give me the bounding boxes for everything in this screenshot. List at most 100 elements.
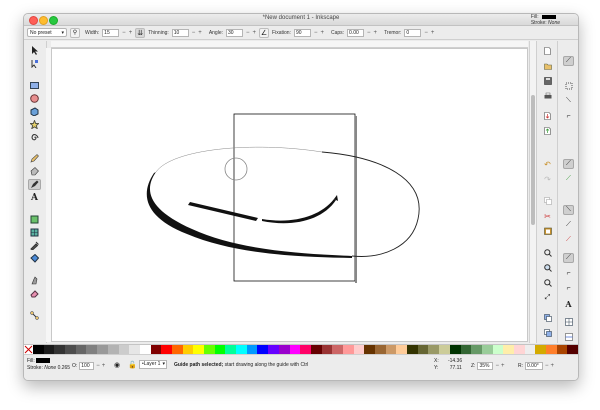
layer-select[interactable]: •Layer 1 ▾ — [139, 360, 167, 369]
node-tool[interactable] — [28, 58, 41, 69]
tweak-tool[interactable] — [28, 275, 41, 286]
fixation-decrement[interactable]: − — [314, 30, 318, 36]
snap-midpoints-button[interactable]: ⟋ — [563, 235, 574, 245]
palette-swatch[interactable] — [524, 345, 536, 354]
palette-swatch[interactable] — [449, 345, 461, 354]
print-button[interactable] — [542, 91, 553, 101]
palette-swatch[interactable] — [97, 345, 108, 354]
palette-swatch[interactable] — [225, 345, 237, 354]
palette-swatch[interactable] — [33, 345, 44, 354]
palette-swatch[interactable] — [107, 345, 119, 354]
palette-swatch[interactable] — [567, 345, 578, 354]
thinning-input[interactable]: 10 — [171, 28, 189, 37]
palette-swatch[interactable] — [118, 345, 130, 354]
palette-swatch[interactable] — [182, 345, 194, 354]
palette-swatch[interactable] — [193, 345, 204, 354]
snap-smooth-button[interactable]: ⟋ — [563, 220, 574, 230]
palette-swatch[interactable] — [150, 345, 162, 354]
caps-decrement[interactable]: − — [367, 30, 371, 36]
palette-swatch[interactable] — [546, 345, 557, 354]
copy-button[interactable] — [542, 196, 553, 206]
palette-swatch[interactable] — [54, 345, 66, 354]
palette-swatch[interactable] — [460, 345, 472, 354]
snap-bbox-corners-button[interactable]: ⌐ — [563, 111, 574, 121]
palette-swatch[interactable] — [428, 345, 440, 354]
palette-swatch[interactable] — [246, 345, 258, 354]
palette-swatch[interactable] — [300, 345, 311, 354]
snap-cusp-button[interactable]: ⟍ — [563, 205, 574, 215]
snap-toggle[interactable]: ⟋ — [563, 56, 574, 66]
snap-nodes-button[interactable]: ⟋ — [563, 159, 574, 169]
layer-visibility-toggle[interactable]: ◉ — [114, 361, 120, 369]
duplicate-button[interactable] — [542, 313, 553, 323]
palette-swatch[interactable] — [471, 345, 482, 354]
palette-swatch[interactable] — [257, 345, 269, 354]
selected-style-indicator[interactable]: Fill: Stroke: None — [531, 14, 560, 26]
snap-guide-button[interactable] — [563, 332, 574, 342]
palette-swatch[interactable] — [75, 345, 87, 354]
horizontal-ruler[interactable] — [51, 41, 528, 48]
save-preset-button[interactable]: ⚲ — [70, 27, 80, 38]
dropper-tool[interactable] — [28, 240, 41, 251]
palette-swatch[interactable] — [417, 345, 429, 354]
zoom-page-button[interactable] — [542, 278, 553, 288]
preset-select[interactable]: No preset ▾ — [27, 28, 67, 37]
pressure-toggle[interactable]: ⇊ — [135, 27, 146, 38]
palette-swatch[interactable] — [385, 345, 397, 354]
palette-swatch[interactable] — [161, 345, 172, 354]
spray-tool[interactable] — [28, 214, 41, 225]
opacity-increment[interactable]: + — [102, 363, 106, 369]
palette-swatch[interactable] — [139, 345, 151, 354]
tremor-decrement[interactable]: − — [424, 30, 428, 36]
palette-swatch[interactable] — [65, 345, 76, 354]
palette-swatch[interactable] — [407, 345, 418, 354]
palette-swatch[interactable] — [535, 345, 546, 354]
palette-swatch[interactable] — [310, 345, 322, 354]
palette-swatch[interactable] — [171, 345, 183, 354]
rotation-input[interactable]: 0.00° — [525, 362, 543, 370]
spiral-tool[interactable] — [28, 132, 41, 143]
calligraphy-tool[interactable] — [28, 179, 41, 190]
palette-swatch[interactable] — [214, 345, 226, 354]
import-button[interactable] — [542, 111, 553, 121]
clone-button[interactable] — [542, 328, 553, 338]
palette-swatch[interactable] — [342, 345, 354, 354]
palette-swatch[interactable] — [332, 345, 343, 354]
snap-text-baseline-button[interactable]: ⌐ — [563, 283, 574, 293]
pen-tool[interactable] — [28, 166, 41, 177]
vertical-scrollbar[interactable] — [529, 41, 536, 343]
star-tool[interactable] — [28, 119, 41, 130]
snap-grid-button[interactable] — [563, 317, 574, 327]
connector-tool[interactable] — [28, 310, 41, 321]
palette-swatch[interactable] — [43, 345, 55, 354]
undo-button[interactable]: ↶ — [542, 159, 553, 169]
opacity-input[interactable]: 100 — [79, 362, 95, 370]
thinning-increment[interactable]: + — [198, 30, 202, 36]
tremor-increment[interactable]: + — [431, 30, 435, 36]
palette-swatch[interactable] — [375, 345, 386, 354]
ellipse-tool[interactable] — [28, 93, 41, 104]
zoom-width-button[interactable]: ⤢ — [542, 293, 553, 303]
rectangle-tool[interactable] — [28, 80, 41, 91]
palette-swatch[interactable] — [364, 345, 375, 354]
layer-lock-toggle[interactable]: 🔓 — [128, 361, 137, 369]
opacity-decrement[interactable]: − — [96, 363, 100, 369]
scrollbar-thumb[interactable] — [531, 95, 535, 225]
fixation-input[interactable]: 90 — [293, 28, 311, 37]
pencil-tool[interactable] — [28, 153, 41, 164]
cut-button[interactable]: ✂ — [542, 211, 553, 221]
zoom-drawing-button[interactable] — [542, 263, 553, 273]
style-indicator[interactable]: Fill: Stroke: None 0.265 — [27, 358, 70, 372]
paste-button[interactable] — [542, 226, 553, 236]
palette-swatch[interactable] — [513, 345, 525, 354]
thinning-decrement[interactable]: − — [192, 30, 196, 36]
eraser-tool[interactable] — [28, 288, 41, 299]
open-button[interactable] — [542, 61, 553, 71]
palette-swatch[interactable] — [278, 345, 290, 354]
palette-swatch[interactable] — [481, 345, 493, 354]
no-paint-swatch[interactable] — [24, 345, 33, 354]
caps-increment[interactable]: + — [374, 30, 378, 36]
export-button[interactable] — [542, 126, 553, 136]
width-input[interactable]: 15 — [102, 28, 120, 37]
width-decrement[interactable]: − — [122, 30, 126, 36]
